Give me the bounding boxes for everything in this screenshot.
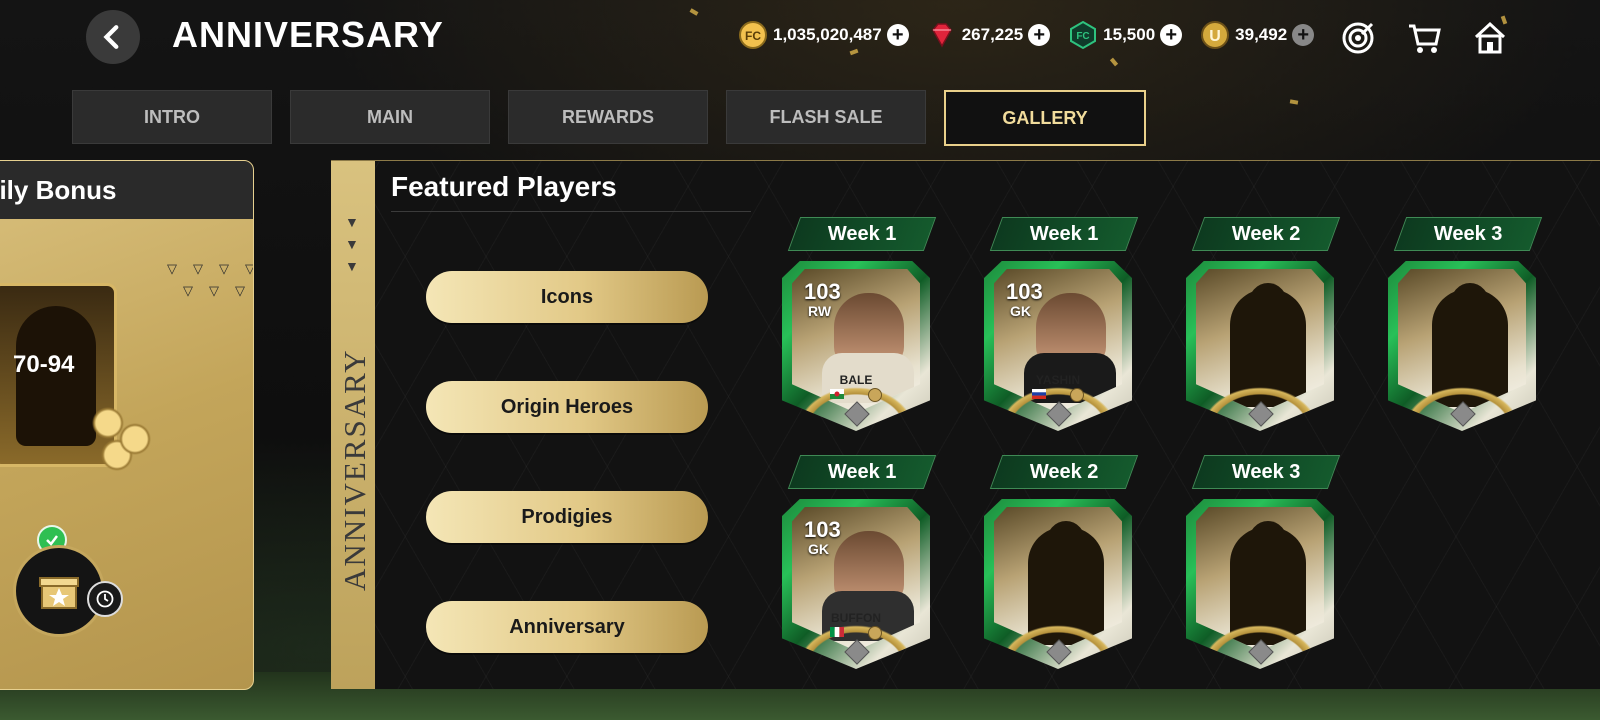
player-position: GK: [808, 541, 829, 557]
daily-bonus-panel[interactable]: aily Bonus 70-94 ▽▽▽▽ ▽▽▽▽: [0, 160, 254, 690]
currency-value: 1,035,020,487: [773, 25, 882, 44]
add-coins-button[interactable]: +: [886, 24, 909, 46]
svg-text:U: U: [1209, 28, 1221, 45]
clock-icon: [87, 581, 123, 617]
hidden-player-card[interactable]: [984, 499, 1132, 669]
player-card-slot[interactable]: Week 2: [978, 455, 1139, 669]
fc-coin-icon: FC: [738, 20, 768, 50]
currency-points: FC 15,500 +: [1068, 20, 1183, 50]
player-rating: 103: [1006, 279, 1043, 304]
club-badge-icon: [1070, 388, 1084, 402]
week-badge: Week 1: [989, 217, 1139, 251]
pack-rating-range: 70-94: [13, 351, 75, 378]
confetti: [1289, 99, 1299, 105]
add-points-button[interactable]: +: [1160, 24, 1183, 46]
confetti: [689, 8, 699, 16]
player-name: BUFFON: [831, 611, 881, 625]
triangle-decoration: ▽▽▽▽: [183, 283, 253, 298]
player-position: RW: [808, 303, 832, 319]
svg-text:FC: FC: [1077, 31, 1090, 42]
player-rating: 103: [804, 279, 841, 304]
player-card-slot[interactable]: Week 1 103 GK YASHIN: [978, 217, 1139, 431]
currency-gems: 267,225 +: [927, 20, 1051, 50]
daily-bonus-title: aily Bonus: [0, 174, 117, 205]
tab-gallery[interactable]: GALLERY: [944, 90, 1146, 146]
player-card-slot[interactable]: Week 3: [1382, 217, 1543, 431]
icons-button[interactable]: Icons: [426, 271, 708, 323]
anniversary-button[interactable]: Anniversary: [426, 601, 708, 653]
currency-coins: FC 1,035,020,487 +: [738, 20, 909, 50]
featured-players-title: Featured Players: [391, 171, 617, 202]
origin-heroes-button[interactable]: Origin Heroes: [426, 381, 708, 433]
currency-value: 39,492: [1235, 25, 1288, 44]
add-gems-button[interactable]: +: [1028, 24, 1051, 46]
top-icons: [1338, 18, 1510, 58]
triangle-decoration: ▼ ▼ ▼: [345, 214, 359, 274]
club-badge-icon: [868, 388, 882, 402]
week-badge: Week 2: [989, 455, 1139, 489]
player-card-slot[interactable]: Week 3: [1180, 455, 1341, 669]
tab-rewards[interactable]: REWARDS: [508, 90, 708, 144]
club-badge-icon: [868, 626, 882, 640]
hidden-player-card[interactable]: [1186, 499, 1334, 669]
player-card[interactable]: 103 GK BUFFON: [782, 499, 930, 669]
confetti: [1109, 57, 1119, 67]
player-position: GK: [1010, 303, 1031, 319]
tab-bar: INTRO MAIN REWARDS FLASH SALE GALLERY: [72, 90, 1146, 146]
fc-points-icon: FC: [1068, 20, 1098, 50]
prodigies-button[interactable]: Prodigies: [426, 491, 708, 543]
player-card-slot[interactable]: Week 1 103 GK BUFFON: [776, 455, 937, 669]
page-title: ANNIVERSARY: [172, 14, 444, 55]
back-button[interactable]: [86, 10, 140, 64]
player-name: BALE: [839, 373, 873, 387]
hidden-player-card[interactable]: [1186, 261, 1334, 431]
ruby-gem-icon: [927, 20, 957, 50]
player-name: YASHIN: [1035, 373, 1081, 387]
triangle-decoration: ▽▽▽▽: [167, 261, 253, 276]
week-badge: Week 3: [1393, 217, 1543, 251]
week-badge: Week 2: [1191, 217, 1341, 251]
russia-flag-icon: [1032, 389, 1046, 399]
week-badge: Week 3: [1191, 455, 1341, 489]
divider: [391, 211, 751, 212]
currency-bar: FC 1,035,020,487 + 267,225 + FC 15,500 +…: [738, 20, 1315, 50]
player-card[interactable]: 103 GK YASHIN: [984, 261, 1132, 431]
currency-tokens: U 39,492 +: [1200, 20, 1315, 50]
week-badge: Week 1: [787, 455, 937, 489]
italy-flag-icon: [830, 627, 844, 637]
tab-intro[interactable]: INTRO: [72, 90, 272, 144]
player-card[interactable]: 103 RW BALE: [782, 261, 930, 431]
add-tokens-button[interactable]: +: [1292, 24, 1315, 46]
u-token-icon: U: [1200, 20, 1230, 50]
chevron-left-icon: [103, 25, 119, 49]
ribbon-label: ANNIVERSARY: [337, 348, 372, 591]
daily-bonus-header: aily Bonus: [0, 161, 253, 219]
home-icon[interactable]: [1470, 18, 1510, 58]
player-card-slot[interactable]: Week 1 103 RW BALE: [776, 217, 937, 431]
anniversary-ribbon: ▼ ▼ ▼ ANNIVERSARY: [331, 161, 375, 689]
wales-flag-icon: [830, 389, 844, 399]
gallery-panel: ▼ ▼ ▼ ANNIVERSARY Featured Players Icons O…: [331, 160, 1600, 689]
tab-flash-sale[interactable]: FLASH SALE: [726, 90, 926, 144]
store-cart-icon[interactable]: [1404, 18, 1444, 58]
currency-value: 267,225: [961, 25, 1024, 44]
player-rating: 103: [804, 517, 841, 542]
currency-value: 15,500: [1103, 25, 1156, 44]
coins-stack-icon: [81, 391, 171, 471]
hidden-player-card[interactable]: [1388, 261, 1536, 431]
player-card-slot[interactable]: Week 2: [1180, 217, 1341, 431]
svg-text:FC: FC: [745, 29, 761, 43]
objectives-target-icon[interactable]: [1338, 18, 1378, 58]
week-badge: Week 1: [787, 217, 937, 251]
tab-main[interactable]: MAIN: [290, 90, 490, 144]
